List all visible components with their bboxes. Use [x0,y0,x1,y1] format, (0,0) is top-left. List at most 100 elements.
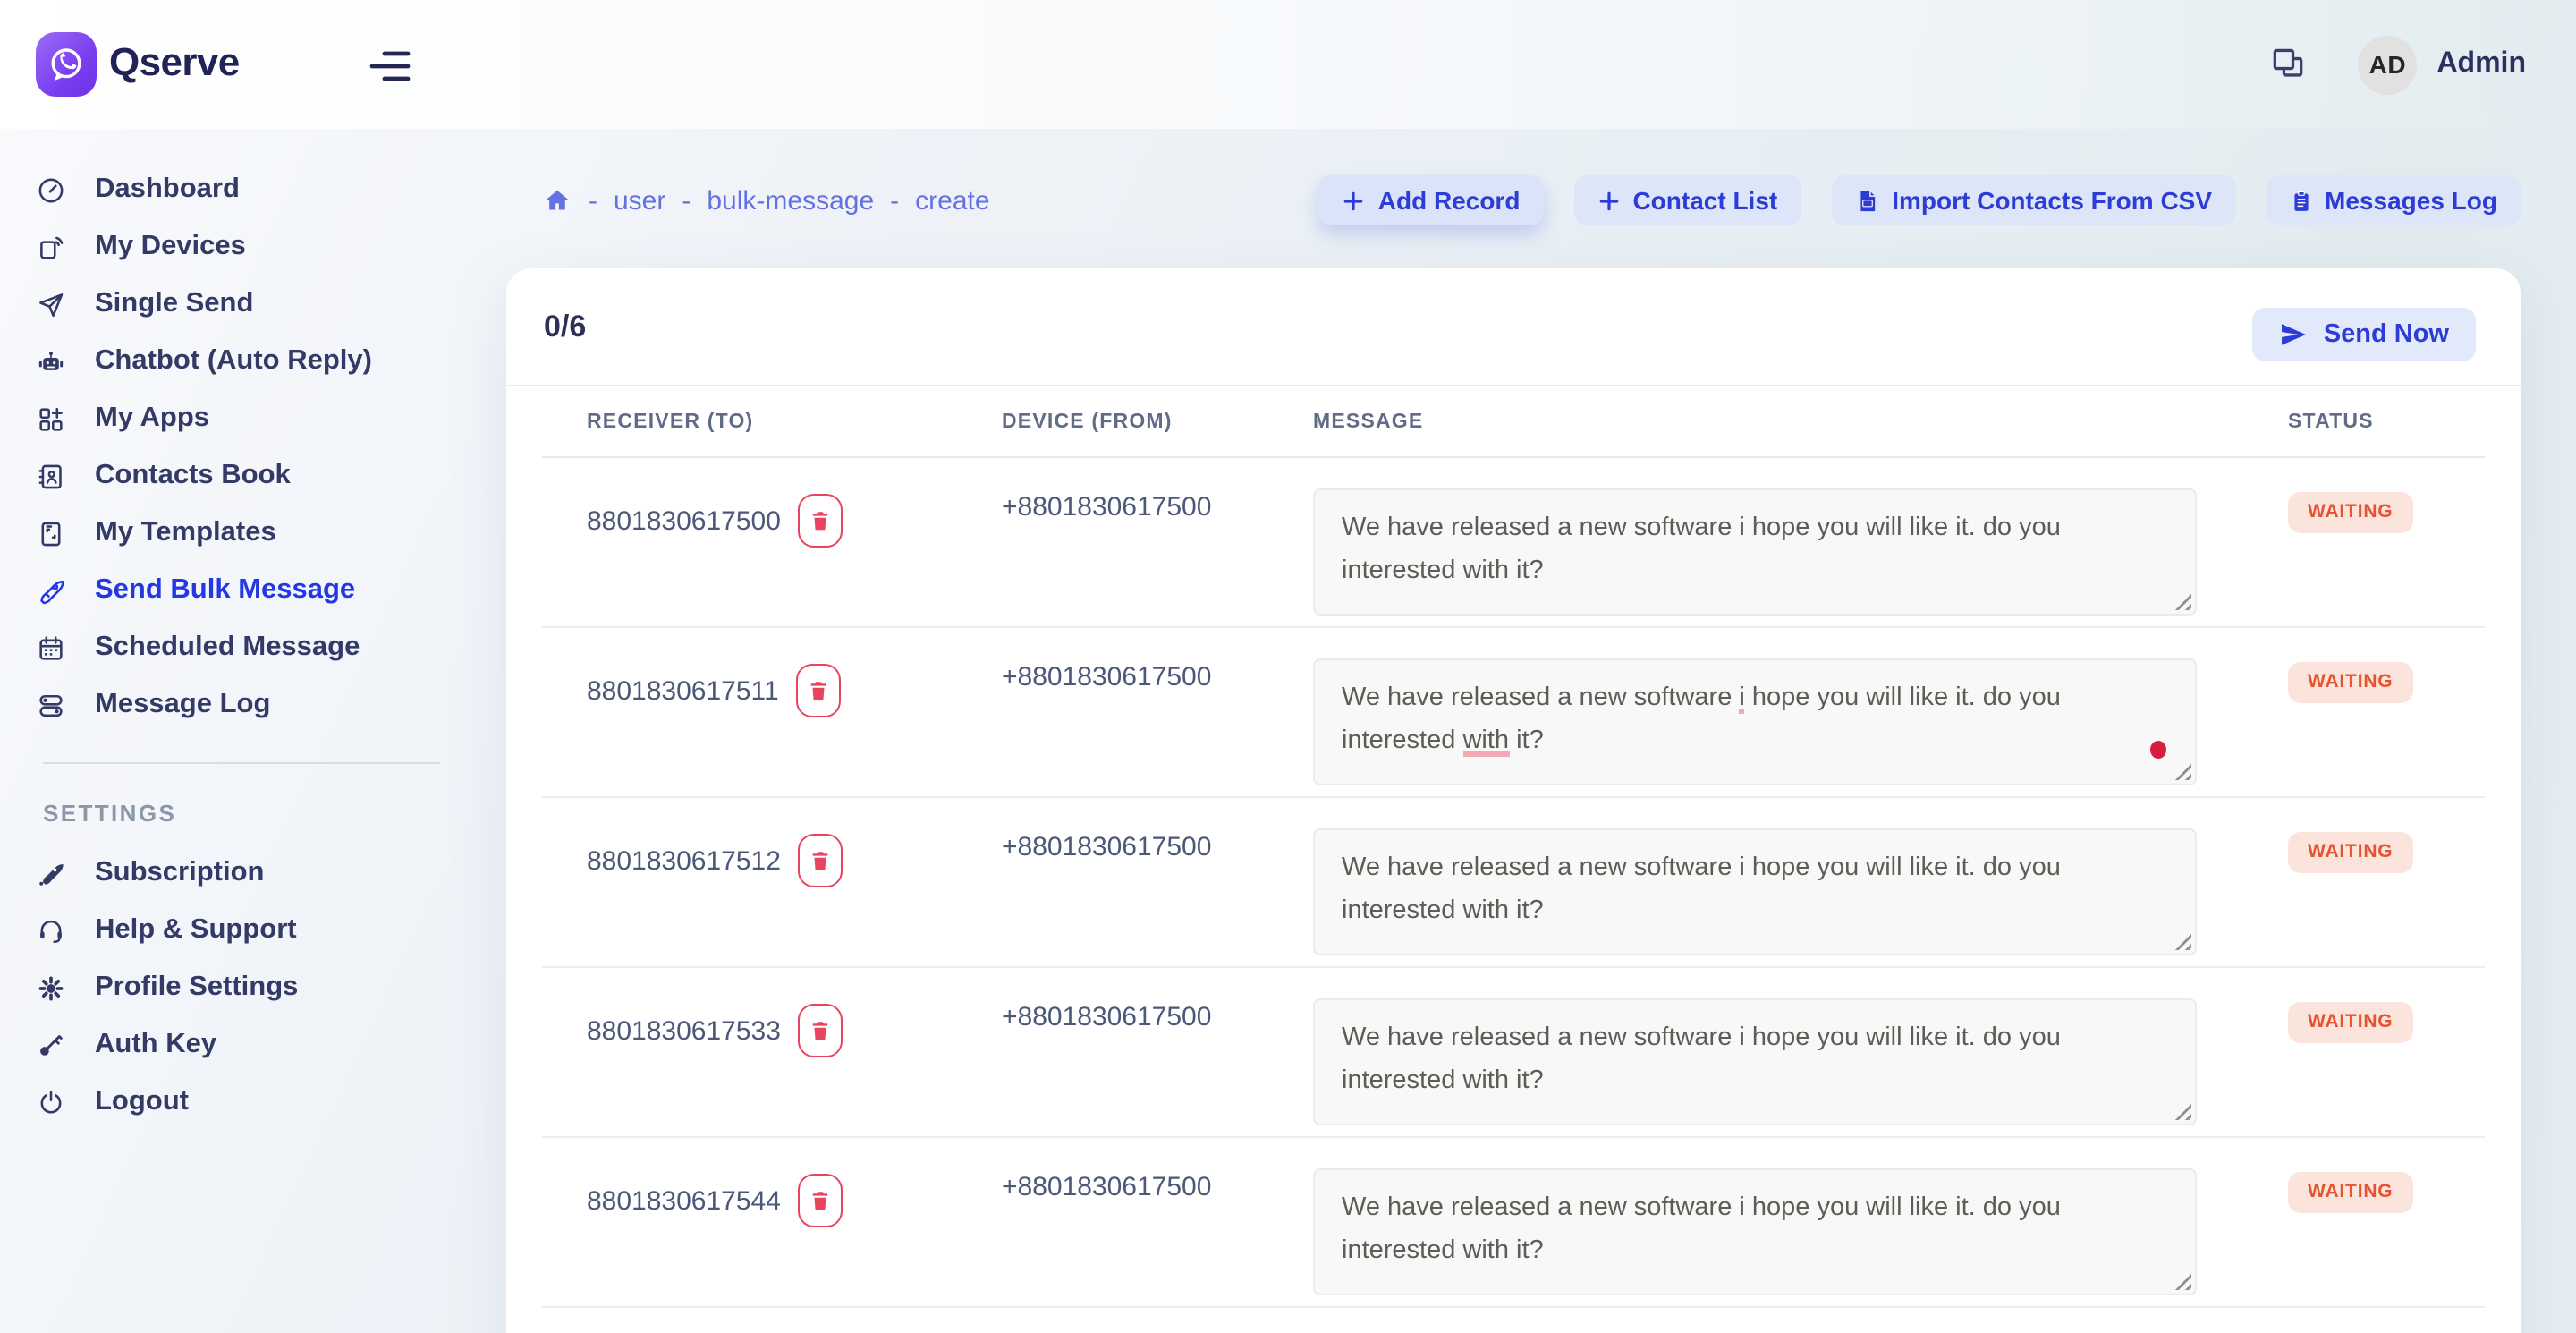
sidebar-item-send-bulk-message[interactable]: Send Bulk Message [0,562,483,619]
sidebar-item-dashboard[interactable]: Dashboard [0,161,483,218]
sidebar-item-scheduled-message[interactable]: Scheduled Message [0,619,483,676]
sidebar-item-label: Logout [95,1086,189,1118]
power-icon [36,1087,66,1117]
overlapping-windows-icon[interactable] [2268,45,2308,84]
toggles-icon [36,690,66,720]
contact-list-button[interactable]: Contact List [1573,175,1801,225]
table-header-row: RECEIVER (TO) DEVICE (FROM) MESSAGE STAT… [542,386,2485,458]
message-textarea[interactable]: We have released a new software i hope y… [1313,998,2197,1125]
breadcrumb-user[interactable]: user [614,185,665,216]
sidebar-item-label: My Templates [95,517,276,549]
home-icon[interactable] [542,186,572,215]
hamburger-menu-icon[interactable] [367,47,413,86]
misspelled-word: with [1462,726,1509,757]
qserve-logo-icon[interactable] [36,32,97,97]
sidebar-item-profile-settings[interactable]: Profile Settings [0,959,483,1016]
device-number: +8801830617500 [1002,1172,1211,1202]
receiver-number: 8801830617500 [587,505,781,536]
paper-plane-icon [36,289,66,319]
user-name: Admin [2436,48,2526,81]
device-number: +8801830617500 [1002,832,1211,862]
table-row: 8801830617500 +8801830617500 We have rel… [542,458,2485,628]
status-badge: WAITING [2288,832,2412,873]
settings-section-header: SETTINGS [43,800,483,827]
sidebar-item-label: Message Log [95,689,270,721]
delete-row-button[interactable] [799,834,843,887]
delete-row-button[interactable] [799,494,843,548]
device-signal-icon [36,232,66,262]
plus-icon [1597,189,1620,212]
add-record-button[interactable]: Add Record [1319,175,1544,225]
sidebar-item-help-support[interactable]: Help & Support [0,902,483,959]
messages-log-button[interactable]: Messages Log [2266,175,2521,225]
send-plane-icon [2279,320,2308,349]
breadcrumb-bulk-message[interactable]: bulk-message [707,185,874,216]
calendar-icon [36,633,66,663]
sidebar-item-label: Single Send [95,288,253,320]
rocket-filled-icon [36,858,66,888]
plus-icon [1343,189,1366,212]
message-textarea[interactable]: We have released a new software i hope y… [1313,658,2197,785]
device-number: +8801830617500 [1002,492,1211,522]
delete-row-button[interactable] [799,1174,843,1227]
headset-icon [36,915,66,946]
sidebar-item-subscription[interactable]: Subscription [0,845,483,902]
rocket-icon [36,575,66,606]
sidebar-item-label: Profile Settings [95,972,298,1004]
receiver-number: 8801830617533 [587,1015,781,1046]
import-contacts-csv-button[interactable]: Import Contacts From CSV [1831,175,2235,225]
status-badge: WAITING [2288,492,2412,533]
message-textarea[interactable]: We have released a new software i hope y… [1313,488,2197,616]
trash-icon [809,1018,833,1043]
whatsapp-bubble-phone-icon [45,43,88,86]
key-icon [36,1030,66,1060]
trash-icon [809,508,833,533]
status-badge: WAITING [2288,1002,2412,1043]
sidebar-item-label: Subscription [95,857,264,889]
message-textarea[interactable]: We have released a new software i hope y… [1313,828,2197,955]
sidebar-item-logout[interactable]: Logout [0,1074,483,1131]
send-now-button[interactable]: Send Now [2252,308,2476,361]
brand-name: Qserve [109,39,240,86]
delete-row-button[interactable] [797,664,842,717]
app-root: Qserve AD Admin [0,0,2576,1333]
status-badge: WAITING [2288,1172,2412,1213]
sidebar-item-my-apps[interactable]: My Apps [0,390,483,447]
action-buttons: Add Record Contact List Import Contacts … [1319,175,2521,225]
sidebar-item-message-log[interactable]: Message Log [0,676,483,734]
sidebar-item-label: Scheduled Message [95,632,360,664]
robot-icon [36,346,66,377]
table-row: 8801830617512 +8801830617500 We have rel… [542,798,2485,968]
message-counter: 0/6 [544,310,586,345]
gear-icon [36,972,66,1003]
table-row: 8801830617511 +8801830617500 We have rel… [542,628,2485,798]
dashboard-gauge-icon [36,174,66,205]
template-file-icon [36,518,66,548]
message-textarea[interactable]: We have released a new software i hope y… [1313,1168,2197,1295]
address-book-icon [36,461,66,491]
device-number: +8801830617500 [1002,1002,1211,1032]
delete-row-button[interactable] [799,1004,843,1057]
trash-icon [808,678,831,703]
sidebar-item-auth-key[interactable]: Auth Key [0,1016,483,1074]
sidebar-item-my-devices[interactable]: My Devices [0,218,483,276]
sidebar-item-label: Dashboard [95,174,240,206]
sidebar-item-label: Chatbot (Auto Reply) [95,345,372,378]
avatar: AD [2358,35,2417,94]
sidebar-item-contacts-book[interactable]: Contacts Book [0,447,483,505]
csv-file-icon [1854,187,1879,214]
sidebar-item-label: My Devices [95,231,246,263]
trash-icon [809,848,833,873]
clipboard-list-icon [2289,187,2312,214]
column-header-status: STATUS [2288,411,2485,432]
receiver-number: 8801830617511 [587,675,779,706]
profile-menu[interactable]: AD Admin [2358,35,2526,94]
grammar-checker-dot[interactable] [2150,741,2166,759]
breadcrumb-create[interactable]: create [915,185,989,216]
receiver-number: 8801830617544 [587,1185,781,1216]
bulk-message-card: 0/6 Send Now RECEIVER (TO) DEVICE (FROM)… [506,268,2521,1333]
sidebar-item-chatbot[interactable]: Chatbot (Auto Reply) [0,333,483,390]
sidebar-item-single-send[interactable]: Single Send [0,276,483,333]
breadcrumb: - user - bulk-message - create [542,185,990,216]
sidebar-item-my-templates[interactable]: My Templates [0,505,483,562]
